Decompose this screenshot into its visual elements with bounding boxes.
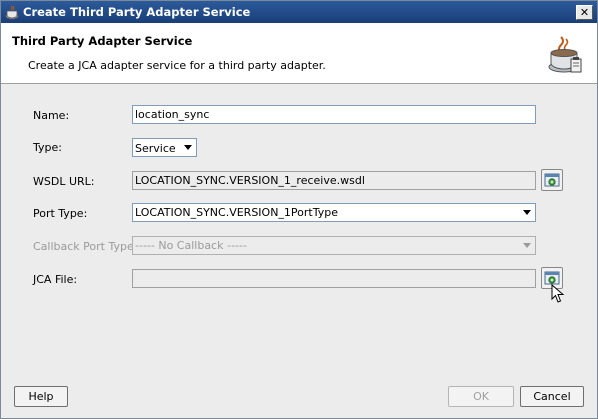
port-type-select[interactable]: LOCATION_SYNC.VERSION_1PortType (132, 203, 536, 222)
dialog-window: Create Third Party Adapter Service ✕ Thi… (0, 0, 598, 419)
chevron-down-icon (523, 243, 531, 248)
app-icon (5, 5, 19, 20)
jca-file-label: JCA File: (33, 273, 78, 286)
name-input[interactable]: location_sync (132, 105, 536, 124)
ok-button[interactable]: OK (448, 386, 514, 407)
jca-file-field[interactable] (132, 269, 536, 288)
chevron-down-icon (184, 145, 192, 150)
wizard-header: Third Party Adapter Service Create a JCA… (1, 23, 597, 84)
header-title: Third Party Adapter Service (12, 34, 193, 48)
title-bar: Create Third Party Adapter Service ✕ (1, 1, 597, 23)
cancel-button[interactable]: Cancel (520, 386, 584, 407)
chevron-down-icon (523, 210, 531, 215)
mouse-pointer-icon (551, 284, 565, 303)
type-select[interactable]: Service (132, 138, 197, 157)
help-button[interactable]: Help (14, 386, 68, 407)
wsdl-browse-button[interactable] (541, 169, 563, 191)
port-type-value: LOCATION_SYNC.VERSION_1PortType (135, 206, 339, 219)
callback-port-type-select: ----- No Callback ----- (132, 236, 536, 255)
wsdl-url-label: WSDL URL: (33, 175, 95, 188)
callback-port-type-value: ----- No Callback ----- (135, 239, 247, 252)
type-select-value: Service (135, 142, 176, 155)
port-type-label: Port Type: (33, 207, 88, 220)
callback-port-type-label: Callback Port Type: (33, 240, 138, 253)
wsdl-url-field[interactable]: LOCATION_SYNC.VERSION_1_receive.wsdl (132, 171, 536, 190)
type-label: Type: (33, 141, 62, 154)
name-label: Name: (33, 109, 70, 122)
service-explorer-icon (544, 173, 560, 187)
window-title: Create Third Party Adapter Service (23, 5, 251, 19)
java-coffee-cup-icon (548, 36, 582, 73)
close-button[interactable]: ✕ (576, 5, 593, 20)
header-description: Create a JCA adapter service for a third… (28, 59, 326, 72)
